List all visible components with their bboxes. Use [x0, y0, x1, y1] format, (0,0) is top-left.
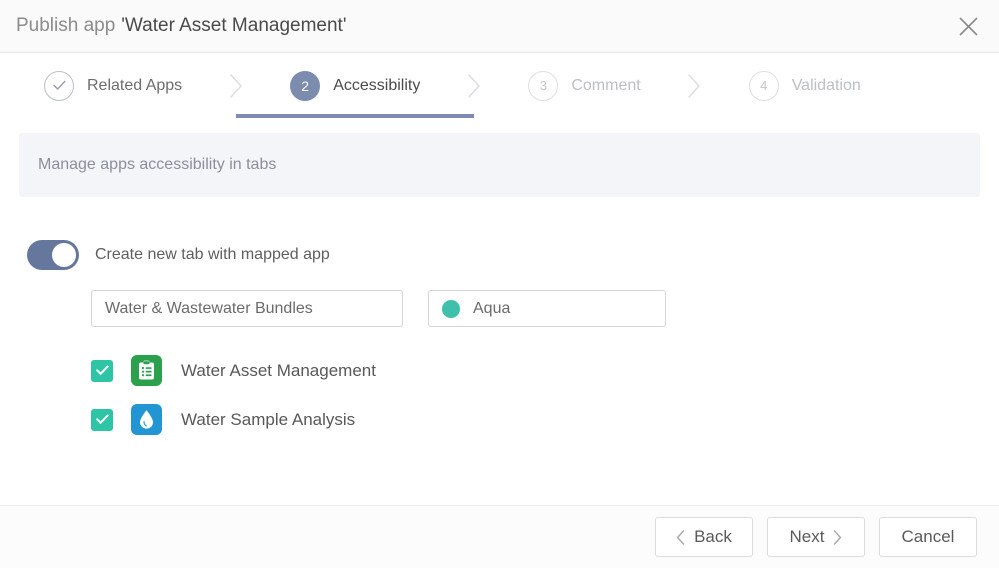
cancel-button-label: Cancel — [901, 527, 955, 546]
tab-color-select[interactable]: Aqua — [428, 290, 666, 327]
app-label-water-asset-management: Water Asset Management — [181, 360, 376, 380]
step-validation[interactable]: 4 Validation — [748, 53, 861, 118]
step-1-label: Related Apps — [87, 76, 183, 94]
tab-name-input[interactable] — [91, 290, 403, 327]
create-tab-toggle-label: Create new tab with mapped app — [95, 246, 330, 263]
step-separator-2 — [420, 53, 528, 118]
title-app-name: 'Water Asset Management' — [121, 15, 347, 36]
back-button-label: Back — [694, 527, 732, 546]
step-4-circle: 4 — [748, 70, 779, 101]
step-comment[interactable]: 3 Comment — [528, 53, 641, 118]
page-title: Publish app 'Water Asset Management' — [16, 15, 346, 37]
chevron-right-icon — [833, 529, 842, 545]
info-banner-wrap: Manage apps accessibility in tabs — [0, 118, 999, 197]
create-tab-toggle-row: Create new tab with mapped app — [0, 238, 999, 272]
close-icon[interactable] — [951, 9, 985, 43]
app-checkbox-water-sample-analysis[interactable] — [91, 408, 113, 431]
cancel-button[interactable]: Cancel — [879, 517, 977, 557]
info-banner-text: Manage apps accessibility in tabs — [38, 156, 277, 173]
step-related-apps[interactable]: Related Apps — [44, 53, 182, 118]
step-3-label: Comment — [571, 76, 641, 94]
create-tab-toggle[interactable] — [27, 240, 79, 270]
mapped-apps-list: Water Asset Management Water Sample Anal… — [0, 355, 999, 435]
step-accessibility[interactable]: 2 Accessibility — [236, 53, 475, 118]
publish-app-dialog: Publish app 'Water Asset Management' Rela… — [0, 0, 999, 568]
app-checkbox-water-asset-management[interactable] — [91, 359, 113, 382]
step-separator-3 — [641, 53, 749, 118]
dialog-footer: Back Next Cancel — [0, 505, 999, 568]
dialog-header: Publish app 'Water Asset Management' — [0, 0, 999, 53]
step-1-circle — [44, 70, 74, 101]
step-2-circle: 2 — [290, 70, 321, 101]
step-separator-1 — [182, 53, 290, 118]
clipboard-list-icon — [131, 355, 162, 386]
step-2-label: Accessibility — [333, 76, 421, 94]
next-button[interactable]: Next — [767, 517, 865, 557]
tab-color-label: Aqua — [473, 299, 511, 317]
color-swatch-icon — [442, 299, 460, 318]
step-3-circle: 3 — [528, 70, 559, 101]
title-prefix: Publish app — [16, 15, 116, 36]
step-4-label: Validation — [791, 76, 861, 94]
toggle-knob — [52, 243, 76, 267]
water-drop-icon — [131, 404, 162, 435]
list-item: Water Asset Management — [91, 355, 999, 386]
next-button-label: Next — [789, 527, 825, 546]
wizard-stepper: Related Apps 2 Accessibility 3 Comment 4… — [0, 53, 999, 118]
list-item: Water Sample Analysis — [91, 404, 999, 435]
info-banner: Manage apps accessibility in tabs — [19, 133, 980, 197]
tab-config-row: Aqua — [0, 290, 999, 327]
dialog-body: Create new tab with mapped app Aqua — [0, 197, 999, 505]
app-label-water-sample-analysis: Water Sample Analysis — [181, 409, 356, 429]
chevron-left-icon — [676, 529, 685, 545]
back-button[interactable]: Back — [655, 517, 753, 557]
